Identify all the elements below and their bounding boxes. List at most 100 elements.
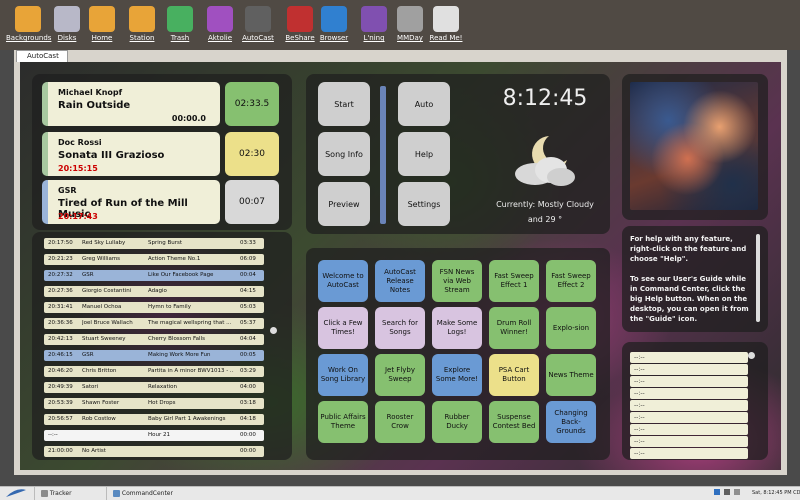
cart-button[interactable]: Changing Back-Grounds (546, 401, 596, 443)
song-info-button[interactable]: Song Info (318, 132, 370, 176)
log-row[interactable]: 20:31:41 Manuel Ochoa Hymn to Family 05:03 (44, 302, 264, 313)
log-row[interactable]: 20:27:36 Giorgio Costantini Adagio 04:15 (44, 286, 264, 297)
folder-icon (129, 6, 155, 32)
cart-button[interactable]: Explo-sion (546, 307, 596, 349)
event-row[interactable]: --:-- (630, 412, 748, 423)
deskbar-leaf-icon[interactable] (4, 487, 28, 500)
event-row[interactable]: --:-- (630, 400, 748, 411)
desktop-icon-browser[interactable]: Browser (312, 6, 356, 46)
event-row[interactable]: --:-- (630, 436, 748, 447)
log-row[interactable]: 21:00:00 No Artist 00:00 (44, 446, 264, 457)
cart-button[interactable]: Welcome to AutoCast (318, 260, 368, 302)
log-time: 20:27:32 (48, 272, 73, 278)
help-button[interactable]: Help (398, 132, 450, 176)
events-scrollbar[interactable] (748, 352, 755, 359)
taskbar-item-commandcenter[interactable]: CommandCenter (106, 487, 196, 500)
cart-button[interactable]: Fast Sweep Effect 1 (489, 260, 539, 302)
log-title: The magical wellspring that ... (148, 320, 232, 326)
log-length: 04:04 (240, 336, 256, 342)
log-row[interactable]: 20:27:32 GSR Like Our Facebook Page 00:04 (44, 270, 264, 281)
window-tab-autocast[interactable]: AutoCast (16, 50, 68, 62)
event-row[interactable]: --:-- (630, 364, 748, 375)
cart-button[interactable]: Work On Song Library (318, 354, 368, 396)
event-row[interactable]: --:-- (630, 388, 748, 399)
event-row[interactable]: --:-- (630, 448, 748, 459)
log-row[interactable]: 20:56:57 Rob Costlow Baby Girl Part 1 Awak… (44, 414, 264, 425)
desktop-icon-label: Browser (319, 34, 349, 42)
cart-button[interactable]: Rubber Ducky (432, 401, 482, 443)
cart-button[interactable]: News Theme (546, 354, 596, 396)
help-scrollbar[interactable] (756, 234, 760, 322)
log-title: Hymn to Family (148, 304, 191, 310)
log-row[interactable]: 20:53:39 Shawn Foster Hot Drops 03:18 (44, 398, 264, 409)
start-button[interactable]: Start (318, 82, 370, 126)
log-row[interactable]: 20:17:50 Red Sky Lullaby Spring Burst 03:33 (44, 238, 264, 249)
log-time: 20:46:20 (48, 368, 73, 374)
log-row[interactable]: --:-- Hour 21 00:00 (44, 430, 264, 441)
cart-button[interactable]: Fast Sweep Effect 2 (546, 260, 596, 302)
cart-button[interactable]: Make Some Logs! (432, 307, 482, 349)
log-title: Spring Burst (148, 240, 183, 246)
album-artwork-image (630, 82, 758, 210)
log-scrollbar[interactable] (270, 327, 277, 334)
log-title: Making Work More Fun (148, 352, 211, 358)
event-row[interactable]: --:-- (630, 376, 748, 387)
now-playing-card[interactable]: GSR Tired of Run of the Mill Music 20:17:4… (42, 180, 220, 224)
desktop-icon-bar: Backgrounds Disks Home Station Trash Aktolie A… (0, 0, 800, 50)
log-length: 04:00 (240, 384, 256, 390)
log-row[interactable]: 20:46:15 GSR Making Work More Fun 00:05 (44, 350, 264, 361)
log-row[interactable]: 20:42:13 Stuart Sweeney Cherry Blossom Fal… (44, 334, 264, 345)
cart-button[interactable]: FSN News via Web Stream (432, 260, 482, 302)
log-row[interactable]: 20:49:39 Satori Relaxation 04:00 (44, 382, 264, 393)
disks-icon (54, 6, 80, 32)
track-title: Sonata III Grazioso (58, 150, 165, 161)
desktop-icon-label: Home (91, 34, 113, 42)
cart-button[interactable]: Click a Few Times! (318, 307, 368, 349)
settings-button[interactable]: Settings (398, 182, 450, 226)
log-length: 00:04 (240, 272, 256, 278)
now-playing-card[interactable]: Doc Rossi Sonata III Grazioso 20:15:15 (42, 132, 220, 176)
cart-button[interactable]: Explore Some More! (432, 354, 482, 396)
log-row[interactable]: 20:21:23 Greg Williams Action Theme No.1 06… (44, 254, 264, 265)
event-row[interactable]: --:-- (630, 352, 748, 363)
command-center: Start Auto Song Info Help Preview Settin… (20, 62, 781, 470)
desktop-icon-home[interactable]: Home (80, 6, 124, 46)
log-artist: Joel Bruce Wallach (82, 320, 133, 326)
track-start-time: 20:15:15 (58, 164, 98, 173)
newspaper-icon (433, 6, 459, 32)
track-title: Rain Outside (58, 100, 131, 111)
desktop-icon-autocast[interactable]: AutoCast (236, 6, 280, 46)
volume-slider[interactable] (380, 86, 386, 224)
now-playing-card[interactable]: Michael Knopf Rain Outside 00:00.0 (42, 82, 220, 126)
taskbar-item-tracker[interactable]: Tracker (34, 487, 104, 500)
log-length: 04:15 (240, 288, 256, 294)
taskbar-clock[interactable]: Sat, 8:12:45 PM CDT (752, 487, 800, 500)
cabinet-icon (397, 6, 423, 32)
cart-button[interactable]: Drum Roll Winner! (489, 307, 539, 349)
auto-button[interactable]: Auto (398, 82, 450, 126)
preview-button[interactable]: Preview (318, 182, 370, 226)
desktop-icon-trash[interactable]: Trash (158, 6, 202, 46)
cart-button[interactable]: Public Affairs Theme (318, 401, 368, 443)
tray-icons[interactable] (714, 487, 750, 500)
cart-button[interactable]: AutoCast Release Notes (375, 260, 425, 302)
log-row[interactable]: 20:36:36 Joel Bruce Wallach The magical we… (44, 318, 264, 329)
log-row[interactable]: 20:46:20 Chris Britton Partita in A minor … (44, 366, 264, 377)
pen-icon (207, 6, 233, 32)
track-time-remaining[interactable]: 00:07 (225, 180, 279, 224)
weather-condition: Currently: Mostly Cloudy (496, 200, 594, 209)
log-time: --:-- (48, 432, 58, 438)
cart-button[interactable]: Suspense Contest Bed (489, 401, 539, 443)
cart-button[interactable]: Jet Flyby Sweep (375, 354, 425, 396)
log-artist: GSR (82, 272, 94, 278)
desktop-icon-read-me-[interactable]: Read Me! (424, 6, 468, 46)
weather-text: Currently: Mostly Cloudy and 29 ° (475, 197, 615, 227)
event-row[interactable]: --:-- (630, 424, 748, 435)
desktop-icon-backgrounds[interactable]: Backgrounds (6, 6, 51, 46)
cart-button[interactable]: PSA Cart Button (489, 354, 539, 396)
cart-button[interactable]: Rooster Crow (375, 401, 425, 443)
track-time-remaining[interactable]: 02:30 (225, 132, 279, 176)
track-time-remaining[interactable]: 02:33.5 (225, 82, 279, 126)
cart-button[interactable]: Search for Songs (375, 307, 425, 349)
log-length: 00:00 (240, 448, 256, 454)
